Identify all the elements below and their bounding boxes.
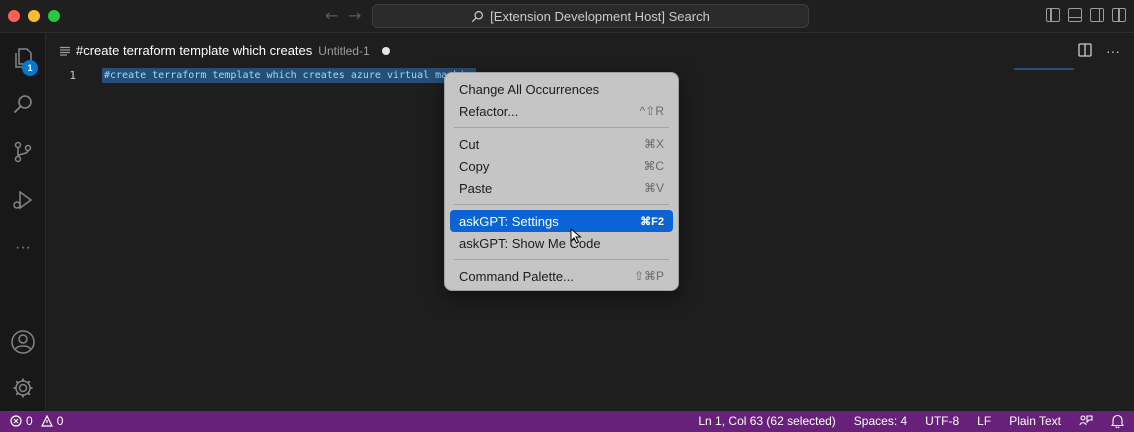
customize-layout-icon[interactable] bbox=[1112, 8, 1126, 22]
source-control-button[interactable] bbox=[0, 129, 46, 175]
search-icon bbox=[13, 95, 32, 114]
more-views-icon[interactable]: ··· bbox=[0, 225, 46, 271]
warning-count: 0 bbox=[56, 414, 64, 428]
more-actions-icon[interactable]: ··· bbox=[1106, 43, 1120, 59]
account-icon bbox=[11, 330, 35, 354]
error-count: 0 bbox=[26, 414, 33, 428]
menu-item-paste[interactable]: Paste ⌘V bbox=[450, 177, 673, 199]
back-arrow-icon[interactable]: ← bbox=[325, 6, 338, 25]
editor-actions: ··· bbox=[1078, 43, 1120, 59]
menu-item-change-all-occurrences[interactable]: Change All Occurrences bbox=[450, 78, 673, 100]
menu-item-copy[interactable]: Copy ⌘C bbox=[450, 155, 673, 177]
editor-tab-bar: #create terraform template which creates… bbox=[46, 33, 1134, 68]
menu-item-cut[interactable]: Cut ⌘X bbox=[450, 133, 673, 155]
minimize-window-button[interactable] bbox=[28, 10, 40, 22]
indentation[interactable]: Spaces: 4 bbox=[854, 414, 907, 428]
code-line-selected[interactable]: #create terraform template which creates… bbox=[102, 68, 476, 83]
layout-controls bbox=[1046, 8, 1126, 22]
toggle-primary-sidebar-icon[interactable] bbox=[1046, 8, 1060, 22]
editor-tab[interactable]: #create terraform template which creates… bbox=[46, 33, 404, 68]
close-window-button[interactable] bbox=[8, 10, 20, 22]
menu-item-askgpt-settings[interactable]: askGPT: Settings ⌘F2 bbox=[450, 210, 673, 232]
maximize-window-button[interactable] bbox=[48, 10, 60, 22]
gear-icon bbox=[13, 378, 33, 398]
search-text: [Extension Development Host] Search bbox=[490, 8, 710, 24]
split-editor-icon[interactable] bbox=[1078, 43, 1092, 57]
encoding[interactable]: UTF-8 bbox=[925, 414, 959, 428]
context-menu: Change All Occurrences Refactor... ^⇧R C… bbox=[444, 72, 679, 291]
search-icon bbox=[471, 10, 484, 22]
menu-item-command-palette[interactable]: Command Palette... ⇧⌘P bbox=[450, 265, 673, 287]
toggle-secondary-sidebar-icon[interactable] bbox=[1090, 8, 1104, 22]
menu-separator bbox=[454, 204, 669, 205]
activity-bar: 1 ··· bbox=[0, 33, 46, 411]
mouse-pointer-icon bbox=[570, 228, 582, 244]
source-control-icon bbox=[14, 141, 32, 163]
toggle-panel-icon[interactable] bbox=[1068, 8, 1082, 22]
explorer-badge: 1 bbox=[22, 60, 38, 76]
error-icon bbox=[10, 415, 22, 427]
run-debug-icon bbox=[13, 190, 33, 210]
warning-icon bbox=[40, 415, 53, 427]
minimap-selection bbox=[1014, 68, 1074, 70]
manage-button[interactable] bbox=[0, 365, 46, 411]
bell-icon[interactable] bbox=[1111, 414, 1124, 428]
text-file-icon bbox=[60, 46, 70, 56]
explorer-button[interactable]: 1 bbox=[0, 35, 46, 81]
language-mode[interactable]: Plain Text bbox=[1009, 414, 1061, 428]
menu-item-askgpt-show-me-code[interactable]: askGPT: Show Me Code bbox=[450, 232, 673, 254]
status-bar: 0 0 Ln 1, Col 63 (62 selected) Spaces: 4… bbox=[0, 411, 1134, 432]
run-debug-button[interactable] bbox=[0, 177, 46, 223]
feedback-icon[interactable] bbox=[1079, 414, 1093, 428]
menu-item-refactor[interactable]: Refactor... ^⇧R bbox=[450, 100, 673, 122]
problems-indicator[interactable]: 0 0 bbox=[10, 414, 63, 428]
menu-separator bbox=[454, 127, 669, 128]
status-bar-right: Ln 1, Col 63 (62 selected) Spaces: 4 UTF… bbox=[698, 414, 1124, 428]
menu-separator bbox=[454, 259, 669, 260]
command-center-search[interactable]: [Extension Development Host] Search bbox=[372, 4, 809, 28]
cursor-position[interactable]: Ln 1, Col 63 (62 selected) bbox=[698, 414, 835, 428]
forward-arrow-icon[interactable]: → bbox=[348, 6, 361, 25]
search-button[interactable] bbox=[0, 81, 46, 127]
unsaved-dot-icon[interactable] bbox=[381, 46, 390, 55]
tab-title: #create terraform template which creates bbox=[76, 43, 313, 58]
line-number: 1 bbox=[69, 69, 76, 82]
title-bar: ← → [Extension Development Host] Search bbox=[0, 0, 1134, 33]
end-of-line[interactable]: LF bbox=[977, 414, 991, 428]
tab-subtitle: Untitled-1 bbox=[318, 43, 370, 58]
accounts-button[interactable] bbox=[0, 319, 46, 365]
